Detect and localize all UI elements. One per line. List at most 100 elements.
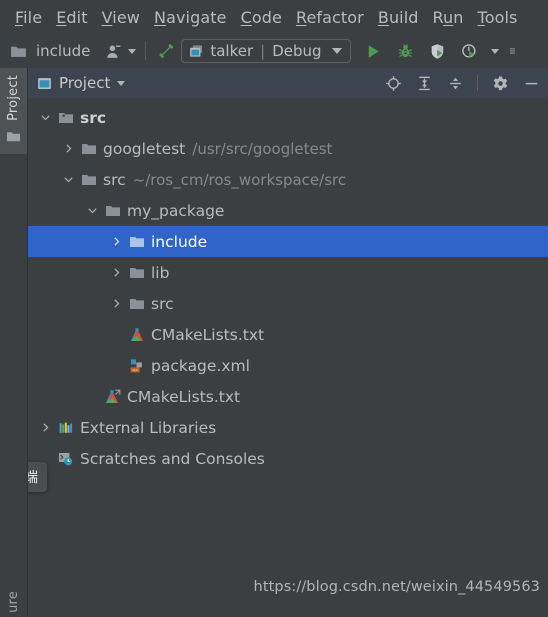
chevron-right-icon[interactable] (38, 420, 53, 435)
crosshair-icon[interactable] (382, 72, 404, 94)
tree-row[interactable]: src (28, 288, 548, 319)
project-root-folder-icon (57, 109, 74, 126)
folder-icon (7, 40, 29, 62)
tree-row[interactable]: src ~/ros_cm/ros_workspace/src (28, 164, 548, 195)
menu-item-code[interactable]: Code (234, 8, 289, 27)
tree-row-label: package.xml (151, 356, 250, 375)
menu-mnemonic: u (443, 7, 454, 27)
vcs-widget[interactable] (102, 40, 137, 62)
minimize-icon[interactable] (520, 72, 542, 94)
project-panel-actions (382, 72, 542, 94)
tree-row[interactable]: <> package.xml (28, 350, 548, 381)
menu-label: ode (251, 7, 282, 27)
tree-row-label: CMakeLists.txt (151, 325, 265, 344)
menu-mnemonic: N (153, 7, 167, 27)
chevron-down-icon (128, 48, 137, 54)
menu-mnemonic: B (377, 7, 389, 27)
ide-body: Project ure Project src googletest /usr/… (0, 68, 548, 617)
project-window-icon (36, 75, 52, 91)
tree-row-selected[interactable]: include (28, 226, 548, 257)
tool-window-tab-label: Project (6, 75, 21, 121)
folder-icon (128, 233, 145, 250)
tree-row[interactable]: CMakeLists.txt (28, 381, 548, 412)
tree-row-label: src (151, 294, 174, 313)
tree-row-label: src (80, 108, 107, 127)
menu-item-edit[interactable]: Edit (49, 8, 94, 27)
tree-row-label: External Libraries (80, 418, 217, 437)
tree-row-label: my_package (127, 201, 225, 220)
chevron-right-icon[interactable] (109, 234, 124, 249)
tree-row[interactable]: googletest /usr/src/googletest (28, 133, 548, 164)
chevron-down-icon (331, 48, 342, 54)
folder-icon (6, 129, 21, 148)
run-actions (363, 40, 517, 62)
chevron-down-icon[interactable] (85, 203, 100, 218)
tool-window-tab-label: ure (6, 591, 21, 613)
breadcrumb[interactable]: include (7, 40, 90, 62)
breadcrumb-label: include (36, 42, 91, 60)
run-icon[interactable] (363, 40, 385, 62)
tree-row[interactable]: External Libraries (28, 412, 548, 443)
menu-mnemonic: V (101, 7, 113, 27)
tool-window-tab-structure[interactable]: ure (0, 591, 27, 617)
menu-item-view[interactable]: View (95, 8, 147, 27)
left-tool-strip: Project ure (0, 68, 28, 617)
chevron-down-icon[interactable] (117, 80, 126, 86)
tree-row[interactable]: lib (28, 257, 548, 288)
terminal-tooltip: 终端 (28, 462, 47, 492)
bug-icon[interactable] (395, 40, 417, 62)
run-config-mode: Debug (272, 42, 322, 60)
coverage-icon[interactable] (427, 40, 449, 62)
hammer-icon[interactable] (155, 40, 177, 62)
scratches-icon (57, 450, 74, 467)
menu-mnemonic: R (295, 7, 307, 27)
menu-label: iew (112, 7, 140, 27)
chevron-right-icon[interactable] (109, 296, 124, 311)
menu-label-pre: R (432, 7, 444, 27)
menu-item-run[interactable]: Run (426, 8, 471, 27)
run-configuration-selector[interactable]: talker | Debug (181, 39, 351, 63)
tree-row-label: lib (151, 263, 170, 282)
chevron-down-icon[interactable] (61, 172, 76, 187)
menu-label: dit (66, 7, 88, 27)
main-toolbar: include talker | Debug (0, 34, 548, 68)
folder-icon (80, 140, 97, 157)
menu-item-build[interactable]: Build (371, 8, 426, 27)
menu-label: avigate (166, 7, 227, 27)
chevron-right-icon[interactable] (109, 265, 124, 280)
project-panel-title: Project (59, 74, 111, 92)
tree-row[interactable]: my_package (28, 195, 548, 226)
toolbar-separator (145, 42, 147, 60)
watermark: https://blog.csdn.net/weixin_44549563 (253, 579, 540, 595)
cmake-file-icon (128, 326, 145, 343)
menu-label: uild (388, 7, 419, 27)
chevron-down-icon[interactable] (490, 48, 499, 54)
menu-label: efactor (306, 7, 364, 27)
kebab-icon[interactable] (509, 40, 517, 62)
collapse-all-icon[interactable] (444, 72, 466, 94)
menu-mnemonic: F (15, 7, 24, 27)
profiler-icon[interactable] (459, 40, 481, 62)
tree-row[interactable]: CMakeLists.txt (28, 319, 548, 350)
menu-item-refactor[interactable]: Refactor (289, 8, 371, 27)
expand-all-icon[interactable] (413, 72, 435, 94)
menu-item-tools[interactable]: Tools (471, 8, 525, 27)
chevron-down-icon[interactable] (38, 110, 53, 125)
gear-icon[interactable] (489, 72, 511, 94)
external-libraries-icon (57, 419, 74, 436)
chevron-right-icon[interactable] (61, 141, 76, 156)
xml-file-icon: <> (128, 357, 145, 374)
terminal-tooltip-label: 终端 (28, 470, 38, 486)
project-tree[interactable]: src googletest /usr/src/googletest src ~… (28, 98, 548, 617)
menu-item-navigate[interactable]: Navigate (147, 8, 234, 27)
folder-icon (128, 264, 145, 281)
tool-window-tab-project[interactable]: Project (0, 68, 27, 154)
menu-item-file[interactable]: File (8, 8, 49, 27)
tree-row[interactable]: Scratches and Consoles (28, 443, 548, 474)
menu-label: n (453, 7, 464, 27)
tree-row[interactable]: src (28, 102, 548, 133)
folder-icon (104, 202, 121, 219)
tree-row-label: src (103, 170, 126, 189)
tree-row-label: CMakeLists.txt (127, 387, 241, 406)
folder-icon (80, 171, 97, 188)
